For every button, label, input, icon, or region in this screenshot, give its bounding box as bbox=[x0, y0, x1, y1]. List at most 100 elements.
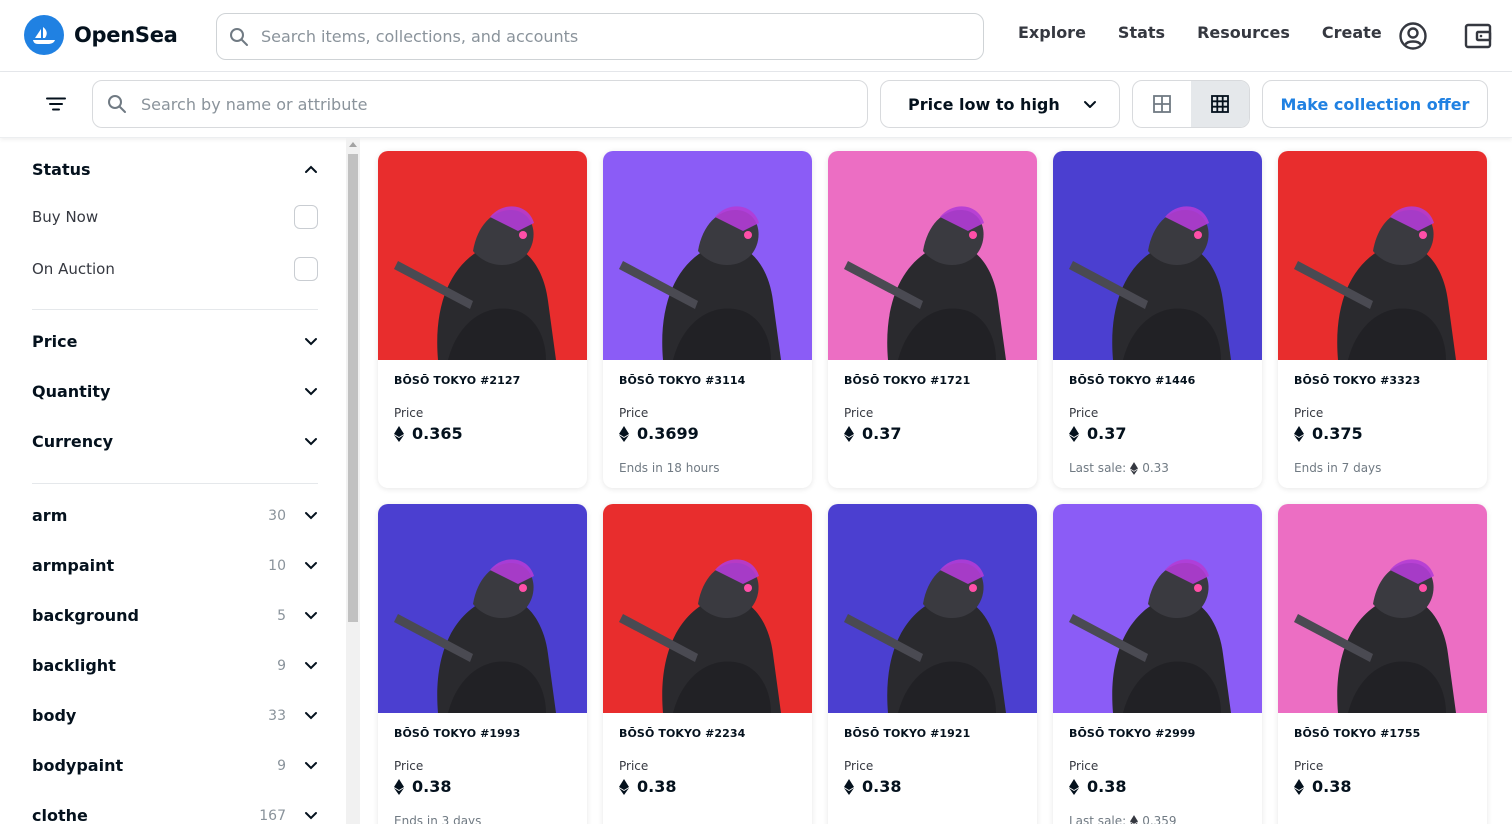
ethereum-icon bbox=[394, 425, 404, 442]
trait-count: 9 bbox=[277, 657, 286, 674]
ethereum-icon bbox=[1130, 461, 1139, 475]
nft-card[interactable]: BŌSŌ TOKYO #1755 Price 0.38 bbox=[1278, 504, 1487, 824]
chevron-up-icon bbox=[305, 165, 317, 173]
nav-create[interactable]: Create bbox=[1322, 23, 1382, 42]
status-section-header[interactable]: Status bbox=[32, 160, 318, 179]
price-label: Price bbox=[394, 759, 424, 773]
nft-image[interactable] bbox=[1278, 151, 1487, 360]
nft-card[interactable]: BŌSŌ TOKYO #3114 Price 0.3699 Ends in 18… bbox=[603, 151, 812, 488]
global-search-bar[interactable] bbox=[216, 13, 984, 60]
last-sale-label: Last sale: bbox=[1069, 814, 1127, 824]
auction-countdown: Ends in 18 hours bbox=[619, 461, 720, 475]
trait-armpaint[interactable]: armpaint 10 bbox=[32, 556, 318, 575]
nft-name[interactable]: BŌSŌ TOKYO #1721 bbox=[844, 374, 970, 387]
view-mode-toggle bbox=[1132, 80, 1250, 128]
price-value: 0.38 bbox=[1312, 777, 1352, 796]
make-collection-offer-button[interactable]: Make collection offer bbox=[1262, 80, 1488, 128]
small-grid-view-button[interactable] bbox=[1191, 81, 1249, 127]
nav-explore[interactable]: Explore bbox=[1018, 23, 1086, 42]
attribute-search-bar[interactable] bbox=[92, 80, 868, 128]
nft-image[interactable] bbox=[603, 504, 812, 713]
chevron-down-icon bbox=[1084, 100, 1096, 108]
nft-card[interactable]: BŌSŌ TOKYO #1993 Price 0.38 Ends in 3 da… bbox=[378, 504, 587, 824]
nft-name[interactable]: BŌSŌ TOKYO #1755 bbox=[1294, 727, 1420, 740]
sort-dropdown[interactable]: Price low to high bbox=[880, 80, 1120, 128]
ethereum-icon bbox=[1130, 814, 1139, 824]
trait-body[interactable]: body 33 bbox=[32, 706, 318, 725]
nft-card[interactable]: BŌSŌ TOKYO #2127 Price 0.365 bbox=[378, 151, 587, 488]
buy-now-checkbox[interactable] bbox=[294, 205, 318, 229]
nav-stats[interactable]: Stats bbox=[1118, 23, 1165, 42]
ethereum-icon bbox=[1294, 425, 1304, 442]
trait-backlight[interactable]: backlight 9 bbox=[32, 656, 318, 675]
price: 0.38 bbox=[1294, 777, 1351, 796]
price-section-header[interactable]: Price bbox=[32, 332, 318, 351]
trait-background[interactable]: background 5 bbox=[32, 606, 318, 625]
trait-name: arm bbox=[32, 506, 68, 525]
ethereum-icon bbox=[1069, 425, 1079, 442]
quantity-section-header[interactable]: Quantity bbox=[32, 382, 318, 401]
nft-name[interactable]: BŌSŌ TOKYO #1921 bbox=[844, 727, 970, 740]
nav-resources[interactable]: Resources bbox=[1197, 23, 1290, 42]
nft-card[interactable]: BŌSŌ TOKYO #1446 Price 0.37 Last sale: 0.… bbox=[1053, 151, 1262, 488]
status-option-on-auction[interactable]: On Auction bbox=[32, 257, 318, 281]
sort-value: Price low to high bbox=[908, 94, 1060, 114]
nft-image[interactable] bbox=[603, 151, 812, 360]
nft-name[interactable]: BŌSŌ TOKYO #2999 bbox=[1069, 727, 1195, 740]
nft-name[interactable]: BŌSŌ TOKYO #1446 bbox=[1069, 374, 1195, 387]
price-label: Price bbox=[1294, 759, 1324, 773]
scroll-up-arrow-icon[interactable] bbox=[349, 142, 357, 147]
nft-image[interactable] bbox=[1278, 504, 1487, 713]
price-value: 0.365 bbox=[412, 424, 463, 443]
chevron-down-icon bbox=[305, 612, 317, 620]
trait-clothe[interactable]: clothe 167 bbox=[32, 806, 318, 824]
on-auction-checkbox[interactable] bbox=[294, 257, 318, 281]
filter-toggle-icon[interactable] bbox=[44, 92, 68, 116]
account-icon[interactable] bbox=[1398, 21, 1428, 51]
nft-name[interactable]: BŌSŌ TOKYO #3323 bbox=[1294, 374, 1420, 387]
nft-name[interactable]: BŌSŌ TOKYO #2234 bbox=[619, 727, 745, 740]
trait-name: backlight bbox=[32, 656, 116, 675]
nft-image[interactable] bbox=[1053, 504, 1262, 713]
opensea-logo[interactable]: OpenSea bbox=[24, 15, 178, 55]
status-option-buy-now[interactable]: Buy Now bbox=[32, 205, 318, 229]
chevron-down-icon bbox=[305, 812, 317, 820]
nft-name[interactable]: BŌSŌ TOKYO #2127 bbox=[394, 374, 520, 387]
nft-image[interactable] bbox=[828, 504, 1037, 713]
scrollbar-thumb[interactable] bbox=[348, 154, 358, 622]
last-sale-label: Last sale: bbox=[1069, 461, 1127, 475]
nft-card[interactable]: BŌSŌ TOKYO #2234 Price 0.38 bbox=[603, 504, 812, 824]
nft-name[interactable]: BŌSŌ TOKYO #3114 bbox=[619, 374, 745, 387]
price-value: 0.375 bbox=[1312, 424, 1363, 443]
price-label: Price bbox=[844, 406, 874, 420]
currency-section-header[interactable]: Currency bbox=[32, 432, 318, 451]
trait-name: bodypaint bbox=[32, 756, 124, 775]
nft-card[interactable]: BŌSŌ TOKYO #3323 Price 0.375 Ends in 7 d… bbox=[1278, 151, 1487, 488]
global-search-input[interactable] bbox=[261, 27, 940, 46]
price: 0.3699 bbox=[619, 424, 699, 443]
nft-image[interactable] bbox=[1053, 151, 1262, 360]
divider bbox=[32, 483, 318, 484]
section-title: Currency bbox=[32, 432, 114, 451]
trait-count: 5 bbox=[277, 607, 286, 624]
sidebar-scrollbar[interactable] bbox=[346, 138, 360, 824]
trait-count: 30 bbox=[268, 507, 286, 524]
trait-bodypaint[interactable]: bodypaint 9 bbox=[32, 756, 318, 775]
nft-card[interactable]: BŌSŌ TOKYO #1721 Price 0.37 bbox=[828, 151, 1037, 488]
price-label: Price bbox=[394, 406, 424, 420]
wallet-icon[interactable] bbox=[1463, 21, 1493, 51]
status-title: Status bbox=[32, 160, 91, 179]
status-option-label: Buy Now bbox=[32, 208, 99, 226]
nft-card[interactable]: BŌSŌ TOKYO #1921 Price 0.38 bbox=[828, 504, 1037, 824]
nft-image[interactable] bbox=[378, 504, 587, 713]
nft-image[interactable] bbox=[378, 151, 587, 360]
nft-image[interactable] bbox=[828, 151, 1037, 360]
price-label: Price bbox=[1069, 406, 1099, 420]
nft-card[interactable]: BŌSŌ TOKYO #2999 Price 0.38 Last sale: 0.… bbox=[1053, 504, 1262, 824]
trait-arm[interactable]: arm 30 bbox=[32, 506, 318, 525]
attribute-search-input[interactable] bbox=[141, 94, 825, 114]
last-sale: Last sale: 0.33 bbox=[1069, 461, 1169, 475]
nft-name[interactable]: BŌSŌ TOKYO #1993 bbox=[394, 727, 520, 740]
last-sale-value: 0.359 bbox=[1142, 814, 1177, 824]
large-grid-view-button[interactable] bbox=[1133, 81, 1191, 127]
